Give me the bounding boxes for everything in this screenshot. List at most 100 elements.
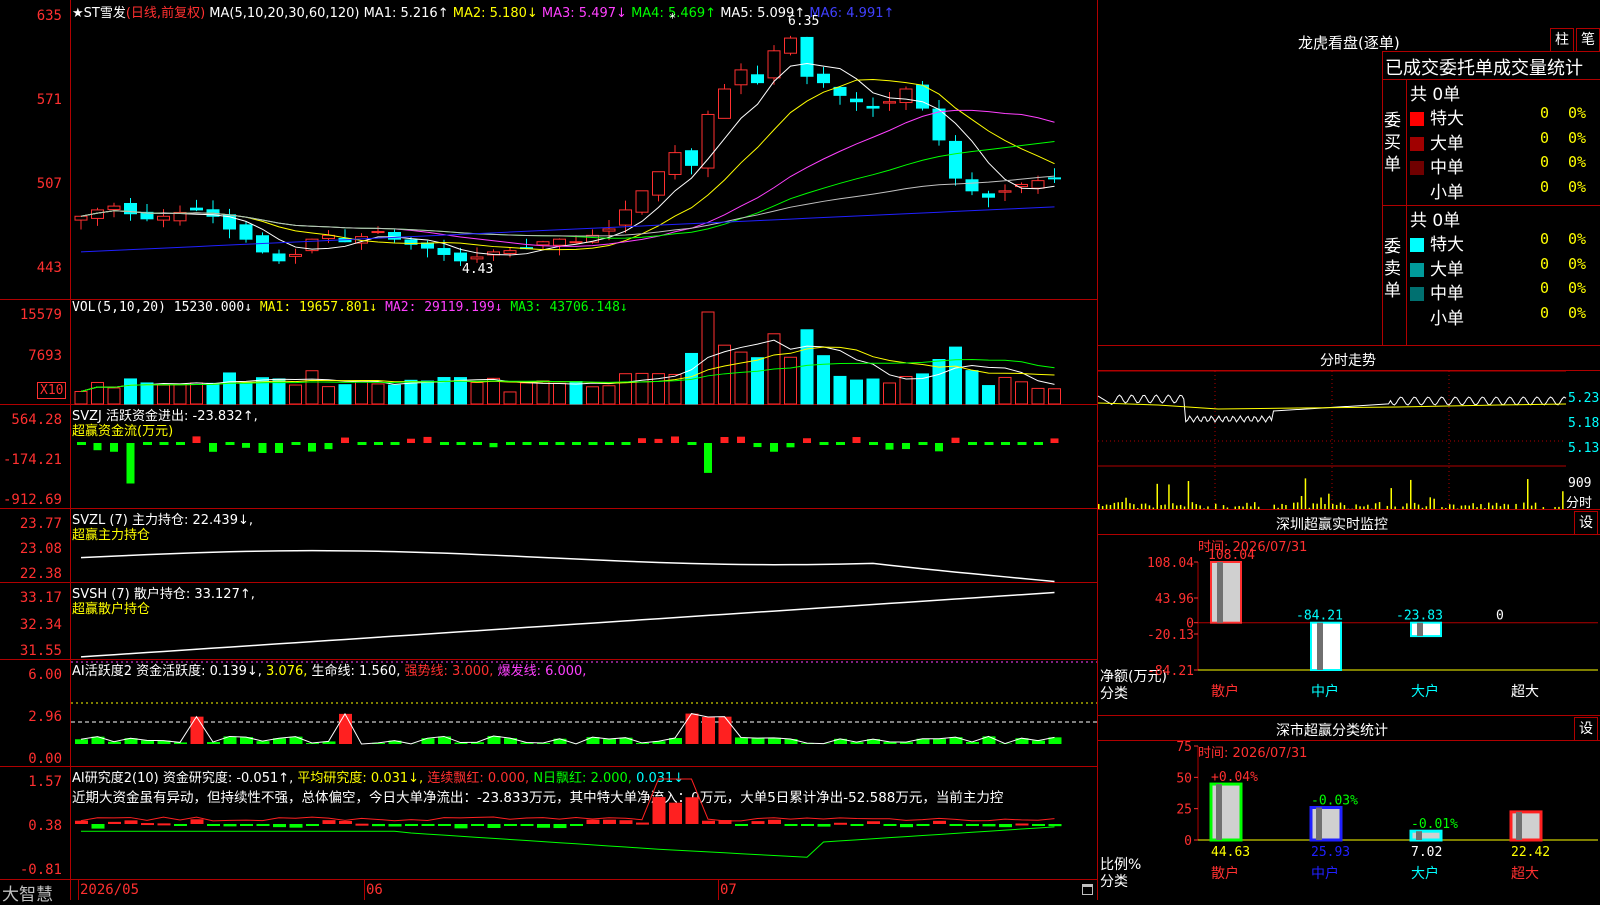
research-bar [224,824,237,826]
intraday-vol-bar [1305,478,1307,510]
longhu-header: 已成交委托单成交量统计 [1385,54,1583,80]
bar-view-button[interactable]: 柱 [1550,28,1574,52]
classify-delta-label: +0.04% [1211,770,1258,785]
research-chart[interactable] [71,767,1097,879]
lock-icon[interactable] [1082,884,1093,895]
candle-body [422,243,434,248]
volume-bar [372,384,384,404]
order-color-swatch [1410,112,1424,126]
flow-bar [803,438,811,443]
research-bar [240,824,253,826]
research-red-line [81,779,1055,821]
monitor-value-label: -23.83 [1396,609,1443,624]
longhu-panel: 龙虎看盘(逐单) 柱 笔 已成交委托单成交量统计 委买单 共 0单 特大00%大… [1098,0,1600,346]
intraday-vol-bar [1301,496,1303,510]
activity-bar [603,739,616,744]
candle-body [834,87,846,95]
brand-label[interactable]: 大智慧 [2,880,53,905]
longhu-title: 龙虎看盘(逐单) [1298,32,1400,53]
research-bar [174,824,187,826]
longhu-vdivider [1382,51,1383,346]
classify-value-label: 22.42 [1511,845,1550,860]
intraday-y-label: 5.23 [1568,391,1599,406]
intraday-vol-bar [1562,491,1564,510]
intraday-vol-bar [1157,484,1159,510]
volume-chart[interactable] [71,300,1097,404]
classify-bar [1211,784,1241,840]
research-bar [801,824,814,826]
flow-bar [655,439,663,443]
vol-y-label: 15579 [0,307,62,323]
research-bar [521,824,534,826]
longhu-vdivider [1406,79,1407,346]
candle-body [702,114,714,168]
activity-bar [785,739,798,744]
monitor-bar-shade [1417,623,1423,636]
flow-bar [160,442,169,445]
monitor-value-label: 108.04 [1208,548,1255,563]
flow-bar [292,442,301,445]
tick-view-button[interactable]: 笔 [1576,28,1600,52]
classify-bar [1311,808,1341,840]
research-bar [636,823,649,825]
volume-bar [125,379,137,404]
monitor-panel[interactable]: 深圳超赢实时监控 设 时间: 2026/07/31 净额(万元) 分类 108.… [1098,510,1600,716]
svzj-y-label: 564.28 [0,412,62,428]
monitor-bar-chart[interactable]: 108.0443.960-20.13-84.21108.04散户-84.21中户… [1098,510,1600,716]
research-bar [966,824,979,826]
date-label: 2026/05 [80,882,139,898]
candle-body [801,37,813,76]
research-bar [488,824,501,828]
main-chart-area[interactable]: ★ST雪发(日线,前复权) MA(5,10,20,30,60,120) MA1:… [0,0,1098,900]
monitor-bar [1411,623,1441,636]
order-row: 小单 [1410,178,1464,203]
flow-bar [374,442,383,445]
volume-bar [224,373,236,404]
monitor-y-label: -84.21 [1147,664,1194,679]
order-percent: 0% [1568,230,1586,248]
volume-bar [174,384,186,404]
flow-bar [754,443,762,447]
order-row: 特大 [1410,230,1464,255]
flow-bar [968,442,977,445]
candle-body [636,191,648,212]
volume-bar [1032,388,1044,404]
research-bar [620,820,633,824]
volume-bar [554,383,566,404]
retail-holding-chart[interactable] [71,583,1097,659]
classify-category-label: 超大 [1511,866,1539,882]
volume-bar [900,376,912,404]
flow-bar [193,436,201,443]
flow-bar [209,443,217,452]
volume-bar [1049,389,1061,404]
activity-chart[interactable] [71,660,1097,766]
activity-bar [752,738,765,744]
volume-bar [1016,382,1028,404]
volume-bar [356,381,368,404]
classify-bar-shade [1516,812,1522,840]
candlestick-chart[interactable]: * [71,0,1097,299]
candle-body [900,89,912,103]
candle-body [818,74,830,82]
intraday-vol-bar [1391,488,1393,510]
intraday-panel[interactable]: 分时走势 5.23 5.18 5.13 909 分时 [1098,346,1600,510]
classify-bar-chart[interactable]: 7550250+0.04%44.63散户-0.03%25.93中户-0.01%7… [1098,716,1600,900]
candle-body [867,106,879,108]
intraday-chart[interactable] [1098,371,1566,510]
research-bar [455,824,468,828]
research-bar [207,824,220,826]
order-percent: 0% [1568,129,1586,147]
research-bar [851,824,864,826]
order-count: 0 [1540,255,1549,273]
order-percent: 0% [1568,104,1586,122]
main-holding-chart[interactable] [71,509,1097,582]
activity-bar [702,717,715,744]
classify-panel[interactable]: 深市超赢分类统计 设 时间: 2026/07/31 比例% 分类 7550250… [1098,716,1600,900]
research-bar [372,824,385,826]
candle-body [389,233,401,240]
candle-body [537,242,549,245]
fund-flow-chart[interactable] [71,405,1097,508]
order-color-swatch [1410,263,1424,277]
flow-bar [143,442,152,445]
flow-bar [688,442,697,445]
